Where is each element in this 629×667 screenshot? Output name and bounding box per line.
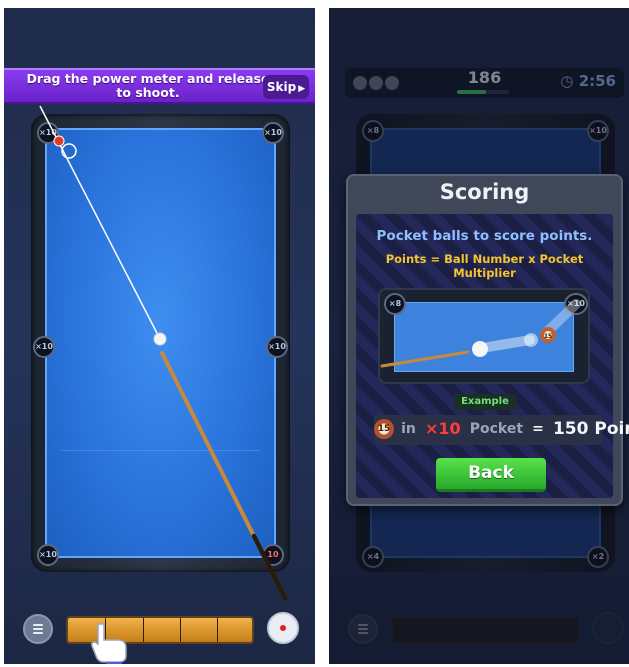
cue-butt <box>251 533 288 601</box>
power-tick <box>143 618 144 642</box>
left-game-panel: Drag the power meter and release to shoo… <box>4 8 315 664</box>
bottom-controls <box>4 592 315 664</box>
shot-path <box>477 335 535 353</box>
menu-icon-bar <box>33 628 43 630</box>
cue-ball-spin-button[interactable] <box>267 612 299 644</box>
example-shot-illustration: 15 <box>380 299 581 368</box>
example-label: Example <box>454 394 516 410</box>
ghost-ball <box>61 143 77 159</box>
example-table-illustration: ×8 ×10 15 <box>378 288 590 384</box>
mini-ghost-ball <box>524 333 538 347</box>
example-pocket-word: Pocket <box>469 420 524 437</box>
shot-overlay <box>39 105 288 601</box>
ball-15-icon: 15 <box>374 418 394 439</box>
scoring-dialog: Scoring Pocket balls to score points. Po… <box>346 174 629 506</box>
menu-button[interactable] <box>23 614 53 644</box>
menu-icon-bar <box>33 632 43 634</box>
dialog-title: Scoring <box>439 180 530 204</box>
example-points: 150 Points <box>552 418 629 439</box>
power-tick <box>217 618 218 642</box>
example-calculation: 15 in ×10 Pocket = 150 Points <box>374 415 629 445</box>
mini-ball-number: 15 <box>544 333 552 340</box>
example-in-word: in <box>401 420 416 437</box>
menu-icon <box>33 624 43 626</box>
example-equals: = <box>532 420 544 437</box>
mini-cue-stick <box>380 350 470 368</box>
pointing-hand-icon <box>91 623 127 664</box>
power-tick <box>180 618 181 642</box>
spin-dot-icon <box>280 625 286 631</box>
dialog-subtitle: Pocket balls to score points. <box>376 228 593 244</box>
back-button[interactable]: Back <box>436 458 546 492</box>
mini-cue-ball <box>472 341 488 357</box>
cue-ball[interactable] <box>153 332 167 346</box>
target-ball <box>53 135 65 147</box>
dialog-body: Pocket balls to score points. Points = B… <box>356 214 629 498</box>
right-game-panel: 186 ◷ 2:56 ×8 ×10 ×4 ×2 Scoring Pocket b… <box>329 8 629 664</box>
example-multiplier: ×10 <box>424 419 461 438</box>
scoring-formula: Points = Ball Number x Pocket Multiplier <box>385 252 584 280</box>
